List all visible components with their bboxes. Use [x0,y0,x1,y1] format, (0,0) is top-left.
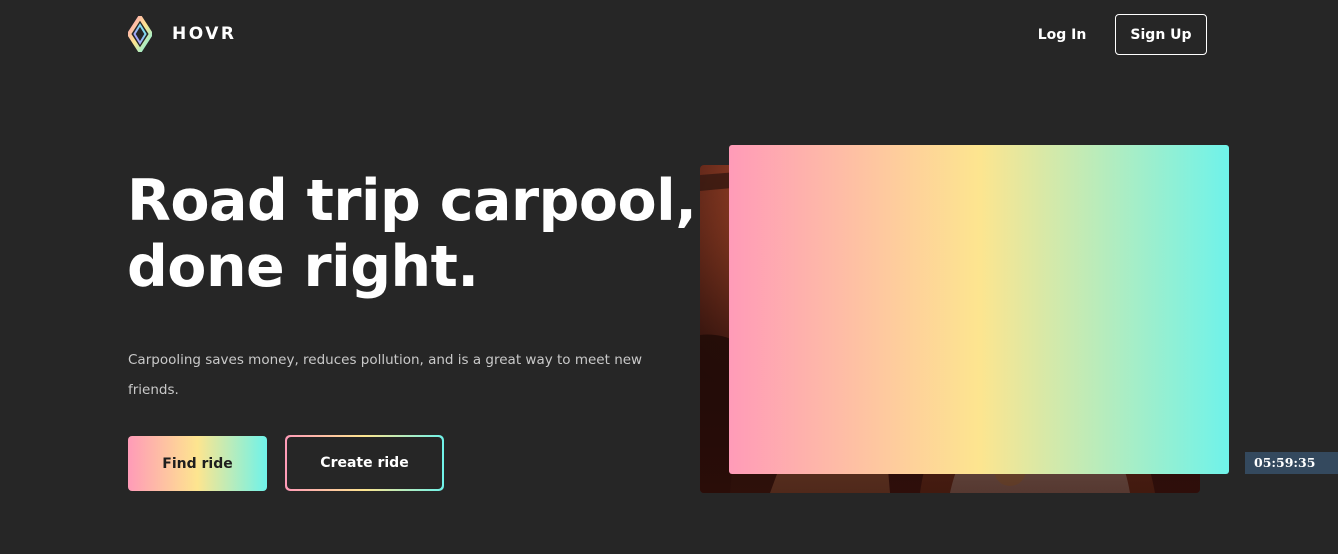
brand-logo[interactable]: HOVR [128,16,236,52]
signup-button[interactable]: Sign Up [1115,14,1207,55]
create-ride-button[interactable]: Create ride [285,435,444,491]
find-ride-button[interactable]: Find ride [128,436,267,491]
landing-page: HOVR Log In Sign Up Road trip carpool, d… [0,0,1338,554]
create-ride-label: Create ride [287,437,442,489]
hero-photo-image [700,165,1200,493]
hero-title-line-1: Road trip carpool, [127,168,697,234]
brand-name: HOVR [172,24,237,44]
login-button[interactable]: Log In [1026,14,1098,55]
hero-title: Road trip carpool, done right. [127,168,727,300]
hero-subtitle: Carpooling saves money, reduces pollutio… [128,352,643,398]
hero-title-line-2: done right. [127,234,479,300]
countdown-timer: 05:59:35 [1245,452,1338,474]
hovr-diamond-logo-icon [128,16,152,52]
